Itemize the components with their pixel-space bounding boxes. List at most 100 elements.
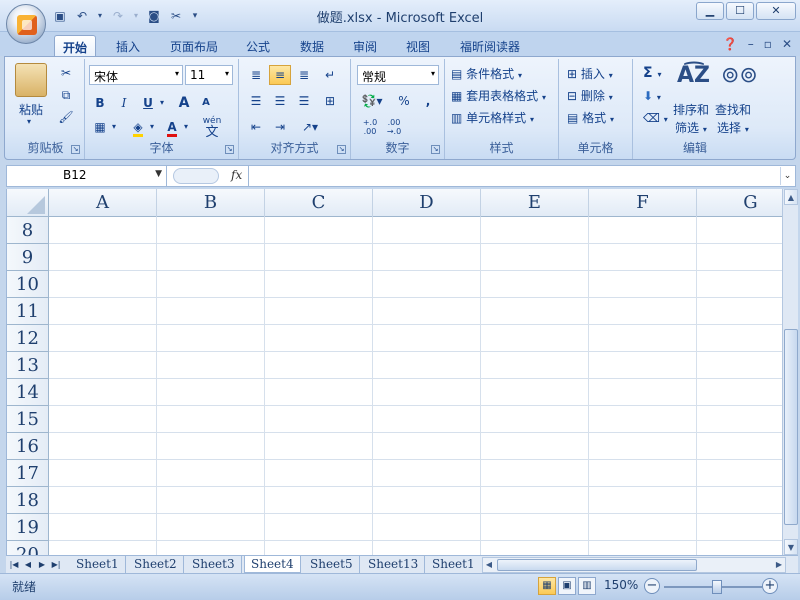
formula-input[interactable]	[251, 166, 779, 186]
number-format-select[interactable]: 常规 ▾	[357, 65, 439, 85]
sort-filter-icon[interactable]: A͡Z	[677, 63, 710, 88]
column-header-f[interactable]: F	[589, 189, 697, 217]
scroll-left-icon[interactable]: ◀	[483, 558, 495, 572]
prev-sheet-icon[interactable]: ◀	[22, 557, 34, 572]
align-top-icon[interactable]: ≣	[245, 65, 267, 85]
vertical-scroll-thumb[interactable]	[784, 329, 798, 525]
sort-filter-label2[interactable]: 筛选 ▾	[675, 119, 707, 136]
first-sheet-icon[interactable]: |◀	[8, 557, 20, 572]
column-header-b[interactable]: B	[157, 189, 265, 217]
zoom-in-icon[interactable]: +	[762, 578, 778, 594]
orientation-icon[interactable]: ↗▾	[295, 117, 325, 137]
italic-button[interactable]: I	[113, 93, 135, 113]
sheet-tab[interactable]: Sheet3	[186, 556, 242, 573]
page-break-view-icon[interactable]: ▥	[578, 577, 596, 595]
scroll-down-icon[interactable]: ▼	[784, 539, 798, 555]
ribbon-minimize-icon[interactable]: –	[748, 37, 754, 51]
row-header[interactable]: 11	[7, 298, 49, 325]
bold-button[interactable]: B	[89, 93, 111, 113]
tab-view[interactable]: 视图	[398, 35, 438, 57]
tab-home[interactable]: 开始	[54, 35, 97, 57]
grow-font-button[interactable]: A	[173, 93, 195, 113]
align-bottom-icon[interactable]: ≣	[293, 65, 315, 85]
align-center-icon[interactable]: ☰	[269, 91, 291, 111]
decrease-indent-icon[interactable]: ⇤	[245, 117, 267, 137]
expand-formula-bar-icon[interactable]: ⌄	[780, 167, 794, 185]
cell-styles-button[interactable]: ▥ 单元格样式 ▾	[451, 109, 534, 126]
horizontal-scroll-thumb[interactable]	[497, 559, 697, 571]
binoculars-icon[interactable]: ⊚⊚	[721, 63, 758, 88]
row-header[interactable]: 15	[7, 406, 49, 433]
scroll-right-icon[interactable]: ▶	[773, 558, 785, 572]
format-as-table-button[interactable]: ▦ 套用表格格式 ▾	[451, 87, 546, 104]
column-header-d[interactable]: D	[373, 189, 481, 217]
clear-button[interactable]: ⌫ ▾	[643, 111, 668, 125]
row-header[interactable]: 14	[7, 379, 49, 406]
copy-icon[interactable]: ⧉	[55, 85, 77, 105]
office-button[interactable]	[6, 4, 46, 44]
last-sheet-icon[interactable]: ▶|	[50, 557, 62, 572]
tab-foxit-reader[interactable]: 福昕阅读器	[452, 35, 528, 57]
percent-button[interactable]: %	[393, 91, 415, 111]
page-layout-view-icon[interactable]: ▣	[558, 577, 576, 595]
autosum-button[interactable]: Σ ▾	[643, 65, 661, 81]
shrink-font-button[interactable]: A	[195, 93, 217, 113]
paste-dropdown-icon[interactable]: ▾	[27, 117, 31, 126]
border-dropdown-icon[interactable]: ▾	[109, 117, 119, 137]
minimize-button[interactable]: ▁	[696, 2, 724, 20]
align-right-icon[interactable]: ☰	[293, 91, 315, 111]
comma-button[interactable]: ,	[417, 91, 439, 111]
find-select-label2[interactable]: 选择 ▾	[717, 119, 749, 136]
fill-color-icon[interactable]: ◈	[127, 117, 149, 137]
select-all-button[interactable]	[7, 189, 49, 217]
zoom-slider-thumb[interactable]	[712, 580, 722, 594]
font-color-dropdown-icon[interactable]: ▾	[181, 117, 191, 137]
cut-icon[interactable]: ✂	[55, 63, 77, 83]
format-cells-button[interactable]: ▤ 格式 ▾	[567, 109, 614, 126]
tab-data[interactable]: 数据	[292, 35, 332, 57]
tab-page-layout[interactable]: 页面布局	[162, 35, 226, 57]
find-select-label1[interactable]: 查找和	[715, 101, 751, 118]
paste-button-label[interactable]: 粘贴	[19, 101, 43, 118]
format-painter-icon[interactable]: 🖌	[55, 107, 77, 127]
row-header[interactable]: 20	[7, 541, 49, 555]
normal-view-icon[interactable]: ▦	[538, 577, 556, 595]
cell-area[interactable]	[49, 217, 782, 555]
row-header[interactable]: 19	[7, 514, 49, 541]
row-header[interactable]: 12	[7, 325, 49, 352]
zoom-level[interactable]: 150%	[604, 578, 638, 592]
sheet-tab[interactable]: Sheet5	[304, 556, 360, 573]
tab-insert[interactable]: 插入	[108, 35, 148, 57]
merge-center-icon[interactable]: ⊞	[319, 91, 341, 111]
font-launcher-icon[interactable]: ↘	[225, 145, 234, 154]
border-icon[interactable]: ▦	[89, 117, 111, 137]
column-header-g[interactable]: G	[697, 189, 782, 217]
sheet-tab-active[interactable]: Sheet4	[244, 556, 301, 573]
number-launcher-icon[interactable]: ↘	[431, 145, 440, 154]
column-header-c[interactable]: C	[265, 189, 373, 217]
restore-icon[interactable]: ▫	[764, 37, 772, 51]
next-sheet-icon[interactable]: ▶	[36, 557, 48, 572]
row-header[interactable]: 13	[7, 352, 49, 379]
font-size-select[interactable]: 11 ▾	[185, 65, 233, 85]
row-header[interactable]: 10	[7, 271, 49, 298]
row-header[interactable]: 17	[7, 460, 49, 487]
close-button[interactable]: ✕	[756, 2, 796, 20]
delete-cells-button[interactable]: ⊟ 删除 ▾	[567, 87, 613, 104]
underline-dropdown-icon[interactable]: ▾	[157, 93, 167, 113]
wrap-text-icon[interactable]: ↵	[319, 65, 341, 85]
paste-icon[interactable]	[15, 63, 47, 97]
decrease-decimal-icon[interactable]: .00 →.0	[383, 117, 405, 137]
sort-filter-label1[interactable]: 排序和	[673, 101, 709, 118]
tab-review[interactable]: 审阅	[345, 35, 385, 57]
sheet-tab[interactable]: Sheet2	[128, 556, 184, 573]
fill-button[interactable]: ⬇ ▾	[643, 89, 661, 103]
insert-function-button[interactable]: fx	[231, 168, 242, 182]
zoom-out-icon[interactable]: −	[644, 578, 660, 594]
sheet-tab[interactable]: Sheet1	[70, 556, 126, 573]
underline-button[interactable]: U	[137, 93, 159, 113]
vertical-scrollbar[interactable]: ▲ ▼	[782, 189, 798, 555]
clipboard-launcher-icon[interactable]: ↘	[71, 145, 80, 154]
column-header-e[interactable]: E	[481, 189, 589, 217]
insert-cells-button[interactable]: ⊞ 插入 ▾	[567, 65, 613, 82]
